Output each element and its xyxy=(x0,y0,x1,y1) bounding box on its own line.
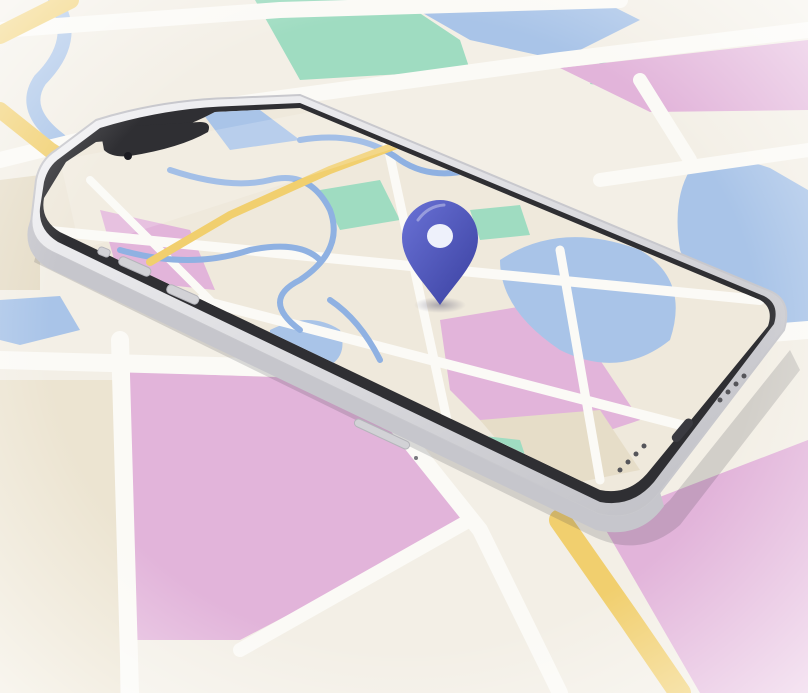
map-photo xyxy=(0,0,808,693)
road xyxy=(111,331,139,693)
screen-park xyxy=(470,205,530,240)
city-block xyxy=(0,380,120,693)
front-camera xyxy=(124,152,132,160)
map-illustration xyxy=(0,0,808,693)
